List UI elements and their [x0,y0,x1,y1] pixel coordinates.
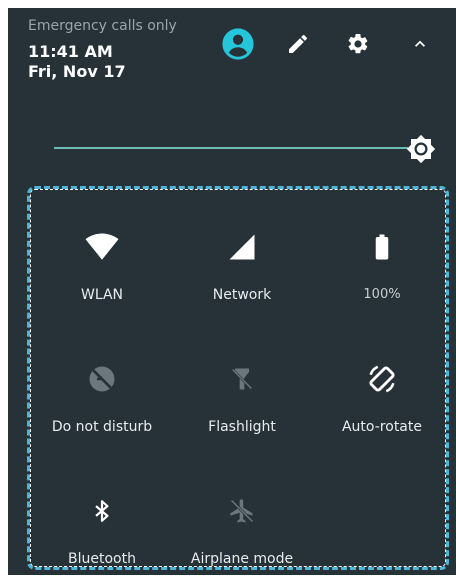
tile-label: Auto-rotate [341,419,422,435]
tile-do-not-disturb[interactable]: Do not disturb [32,339,172,439]
quick-tiles-grid: WLAN Network 100% Do not disturb Flashli… [27,186,449,570]
tile-label: Network [212,287,272,303]
status-text: Emergency calls only [28,18,177,34]
tile-wlan[interactable]: WLAN [32,207,172,307]
tile-label: Airplane mode [190,551,294,567]
tile-label: Do not disturb [51,419,153,435]
tile-flashlight[interactable]: Flashlight [172,339,312,439]
brightness-track[interactable] [54,147,408,149]
tile-auto-rotate[interactable]: Auto-rotate [312,339,452,439]
quick-settings-panel: Emergency calls only 11:41 AM Fri, Nov 1… [8,8,456,575]
collapse-button[interactable] [402,26,438,62]
clock-time[interactable]: 11:41 AM [28,42,113,61]
tile-label: Flashlight [208,419,276,435]
account-icon [221,27,255,61]
tile-label: WLAN [80,287,123,303]
clock-date[interactable]: Fri, Nov 17 [28,62,126,81]
tile-network[interactable]: Network [172,207,312,307]
flashlight-icon [224,361,260,397]
tile-label: 100% [363,287,401,302]
edit-icon [286,32,310,56]
settings-icon [346,32,370,56]
brightness-slider[interactable] [54,134,444,164]
settings-button[interactable] [340,26,376,62]
tile-airplane-mode[interactable]: Airplane mode [172,471,312,571]
battery-icon [364,229,400,265]
tile-bluetooth[interactable]: Bluetooth [32,471,172,571]
auto-rotate-icon [364,361,400,397]
account-button[interactable] [220,26,256,62]
collapse-icon [410,34,430,54]
tile-label: Bluetooth [68,551,136,567]
brightness-icon[interactable] [406,134,436,164]
signal-icon [224,229,260,265]
wifi-icon [84,229,120,265]
tile-battery[interactable]: 100% [312,207,452,307]
airplane-icon [224,493,260,529]
edit-button[interactable] [280,26,316,62]
bluetooth-icon [84,493,120,529]
do-not-disturb-icon [84,361,120,397]
